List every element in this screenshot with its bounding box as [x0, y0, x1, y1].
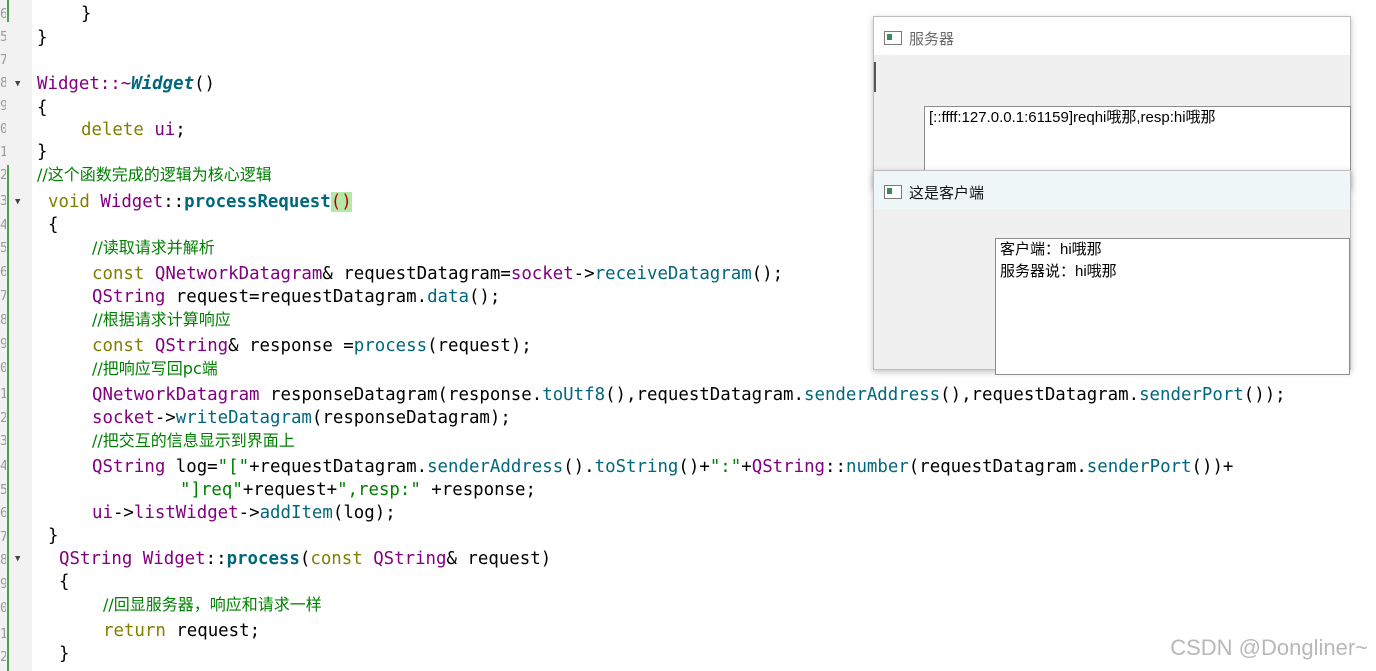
code-line: {	[48, 214, 58, 236]
code-line: return request;	[103, 621, 261, 641]
line-number: 0	[0, 362, 6, 375]
line-number: 8	[0, 77, 6, 90]
line-number: 9	[0, 338, 6, 351]
app-window-icon	[884, 31, 902, 45]
code-line: }	[81, 3, 91, 25]
line-number: 7	[0, 531, 6, 544]
code-text: }	[59, 644, 70, 664]
code-line: const QNetworkDatagram& requestDatagram=…	[92, 264, 784, 284]
code-comment: //把交互的信息显示到界面上	[92, 430, 295, 452]
code-line: QString Widget::process(const QString& r…	[59, 549, 552, 569]
code-text: //把响应写回pc端	[92, 359, 218, 378]
code-text: //把交互的信息显示到界面上	[92, 431, 295, 450]
line-number: 1	[0, 628, 6, 641]
server-window-titlebar[interactable]: 服务器	[874, 17, 1350, 55]
fold-arrow-icon[interactable]: ▼	[15, 197, 20, 207]
code-line: const QString& response =process(request…	[92, 336, 532, 356]
code-line: "]req"+request+",resp:" +response;	[180, 480, 536, 500]
line-number: 0	[0, 123, 6, 136]
code-line: QString log="["+requestDatagram.senderAd…	[92, 457, 1234, 477]
line-number: 6	[0, 507, 6, 520]
line-number: 6	[0, 266, 6, 279]
code-line: delete ui;	[81, 120, 186, 140]
code-line: Widget::~Widget()	[37, 74, 216, 94]
line-number: 7	[0, 290, 6, 303]
code-line: }	[37, 27, 47, 49]
code-comment: //读取请求并解析	[92, 237, 215, 259]
code-text: }	[37, 142, 48, 162]
code-comment: //把响应写回pc端	[92, 358, 218, 380]
app-window-icon	[884, 185, 902, 199]
line-number: 9	[0, 578, 6, 591]
list-item[interactable]: 客户端：hi哦那	[996, 239, 1349, 261]
editor-gutter: 6 5 7 8 9 0 1 2 3 4 5 6 7 8 9 0 1 2 3 4 …	[0, 0, 32, 671]
line-number: 2	[0, 169, 6, 182]
line-number: 5	[0, 484, 6, 497]
list-item[interactable]: 服务器说：hi哦那	[996, 261, 1349, 283]
code-line: }	[37, 141, 47, 163]
code-comment: //回显服务器，响应和请求一样	[103, 594, 322, 616]
line-number: 8	[0, 554, 6, 567]
code-text: {	[37, 98, 48, 118]
code-comment: //根据请求计算响应	[92, 309, 231, 331]
client-window-titlebar[interactable]: 这是客户端	[874, 171, 1350, 209]
client-window[interactable]: 这是客户端 客户端：hi哦那 服务器说：hi哦那	[873, 170, 1351, 375]
line-number: 1	[0, 146, 6, 159]
fold-arrow-icon[interactable]: ▼	[15, 79, 20, 89]
line-number: 4	[0, 219, 6, 232]
change-marker	[7, 165, 9, 671]
watermark: CSDN @Dongliner~	[1170, 635, 1368, 660]
change-marker	[7, 0, 9, 22]
client-window-title: 这是客户端	[909, 185, 985, 202]
line-number: 5	[0, 242, 6, 255]
window-edge	[874, 62, 876, 92]
code-text: {	[48, 215, 59, 235]
line-number: 6	[0, 8, 6, 21]
code-text: //读取请求并解析	[92, 238, 215, 257]
line-number: 1	[0, 388, 6, 401]
code-line: socket->writeDatagram(responseDatagram);	[92, 408, 511, 428]
code-text: {	[59, 572, 70, 592]
line-number: 4	[0, 460, 6, 473]
code-text: }	[81, 4, 92, 24]
line-number: 5	[0, 31, 6, 44]
line-number: 3	[0, 435, 6, 448]
line-number: 2	[0, 651, 6, 664]
server-window-title: 服务器	[909, 31, 955, 48]
code-line: }	[59, 643, 69, 665]
list-item[interactable]: [::ffff:127.0.0.1:61159]reqhi哦那,resp:hi哦…	[925, 107, 1350, 129]
code-line: {	[37, 97, 47, 119]
line-number: 0	[0, 602, 6, 615]
fold-arrow-icon[interactable]: ▼	[15, 554, 20, 564]
code-line: QString request=requestDatagram.data();	[92, 287, 501, 307]
line-number: 7	[0, 54, 6, 67]
code-text: }	[37, 28, 48, 48]
code-text: //根据请求计算响应	[92, 310, 231, 329]
code-line: ui->listWidget->addItem(log);	[92, 503, 396, 523]
client-list-widget[interactable]: 客户端：hi哦那 服务器说：hi哦那	[995, 238, 1350, 375]
line-number: 3	[0, 195, 6, 208]
code-text: //这个函数完成的逻辑为核心逻辑	[37, 165, 272, 184]
server-window[interactable]: 服务器 [::ffff:127.0.0.1:61159]reqhi哦那,resp…	[873, 16, 1351, 198]
code-line: QNetworkDatagram responseDatagram(respon…	[92, 385, 1286, 405]
line-number: 9	[0, 100, 6, 113]
code-text: }	[48, 526, 59, 546]
code-comment: //这个函数完成的逻辑为核心逻辑	[37, 164, 272, 186]
code-line: }	[48, 525, 58, 547]
line-number: 8	[0, 314, 6, 327]
code-text: //回显服务器，响应和请求一样	[103, 595, 322, 614]
code-line: void Widget::processRequest()	[48, 192, 352, 212]
code-line: {	[59, 571, 69, 593]
line-number: 2	[0, 412, 6, 425]
